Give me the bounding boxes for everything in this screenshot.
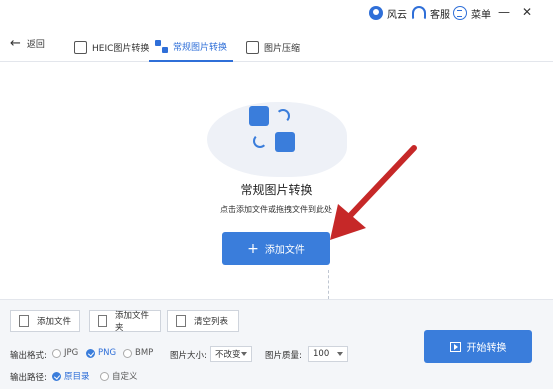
title-bar: 风云 客服 菜单 — ✕ <box>0 0 553 27</box>
user-avatar-icon <box>369 6 383 20</box>
menu-button[interactable]: 菜单 <box>453 5 491 21</box>
folder-icon <box>98 315 107 327</box>
start-convert-label: 开始转换 <box>466 343 507 354</box>
image-size-value: 不改变 <box>215 350 241 360</box>
close-icon: ✕ <box>521 5 533 19</box>
minimize-button[interactable]: — <box>496 4 512 20</box>
output-path-label: 输出路径: <box>10 373 47 383</box>
tab-label: 常规图片转换 <box>173 43 228 53</box>
add-file-label: 添加文件 <box>264 245 305 256</box>
clear-list-button[interactable]: 清空列表 <box>167 310 239 332</box>
close-button[interactable]: ✕ <box>519 4 535 20</box>
file-drop-area[interactable]: 常规图片转换 点击添加文件或拖拽文件到此处 + 添加文件 <box>0 62 553 299</box>
tab-general-convert[interactable]: 常规图片转换 <box>149 33 234 62</box>
menu-label: 菜单 <box>471 9 491 21</box>
image-size-label: 图片大小: <box>170 351 207 361</box>
start-convert-button[interactable]: 开始转换 <box>424 330 532 363</box>
path-original-radio[interactable]: 原目录 <box>52 370 90 382</box>
format-png-radio[interactable]: PNG <box>86 348 116 358</box>
output-format-label: 输出格式: <box>10 351 47 361</box>
add-file-tool-button[interactable]: 添加文件 <box>10 310 80 332</box>
drop-title: 常规图片转换 <box>240 183 313 197</box>
minimize-icon: — <box>498 5 510 19</box>
add-folder-label: 添加文件夹 <box>114 311 149 333</box>
play-icon <box>449 341 461 352</box>
image-quality-value: 100 <box>313 349 330 359</box>
back-arrow-icon: ← <box>10 35 21 51</box>
chevron-down-icon <box>337 352 343 356</box>
user-account[interactable]: 风云 <box>369 5 407 21</box>
chevron-down-icon <box>241 352 247 356</box>
headset-icon <box>412 6 426 20</box>
customer-service-label: 客服 <box>430 9 450 21</box>
trash-icon <box>176 315 186 327</box>
image-icon <box>246 41 259 54</box>
image-convert-icon <box>249 106 297 154</box>
format-jpg-radio[interactable]: JPG <box>52 348 78 358</box>
tab-heic-convert[interactable]: HEIC图片转换 <box>68 33 155 62</box>
clear-list-label: 清空列表 <box>194 317 229 327</box>
divider <box>328 270 329 299</box>
menu-icon <box>453 6 467 20</box>
plus-icon: + <box>247 240 259 257</box>
image-size-select[interactable]: 不改变 <box>210 346 252 362</box>
file-icon <box>19 315 29 327</box>
add-file-tool-label: 添加文件 <box>37 317 72 327</box>
convert-icon <box>155 40 168 53</box>
back-button[interactable]: ← 返回 <box>10 35 45 51</box>
path-custom-radio[interactable]: 自定义 <box>100 370 138 382</box>
image-quality-label: 图片质量: <box>265 351 302 361</box>
back-label: 返回 <box>26 40 45 50</box>
customer-service-button[interactable]: 客服 <box>412 5 450 21</box>
tab-label: HEIC图片转换 <box>92 44 150 54</box>
user-name: 风云 <box>387 9 407 21</box>
bottom-panel: 添加文件 添加文件夹 清空列表 输出格式: JPG PNG BMP 图片大小: … <box>0 299 553 389</box>
heic-image-icon <box>74 41 87 54</box>
tab-label: 图片压缩 <box>264 44 301 54</box>
red-pointer-arrow-icon <box>330 145 417 240</box>
image-quality-select[interactable]: 100 <box>308 346 348 362</box>
tab-bar: ← 返回 HEIC图片转换 常规图片转换 图片压缩 <box>0 27 553 62</box>
add-folder-button[interactable]: 添加文件夹 <box>89 310 161 333</box>
format-bmp-radio[interactable]: BMP <box>123 348 153 358</box>
tab-image-compress[interactable]: 图片压缩 <box>240 33 306 62</box>
